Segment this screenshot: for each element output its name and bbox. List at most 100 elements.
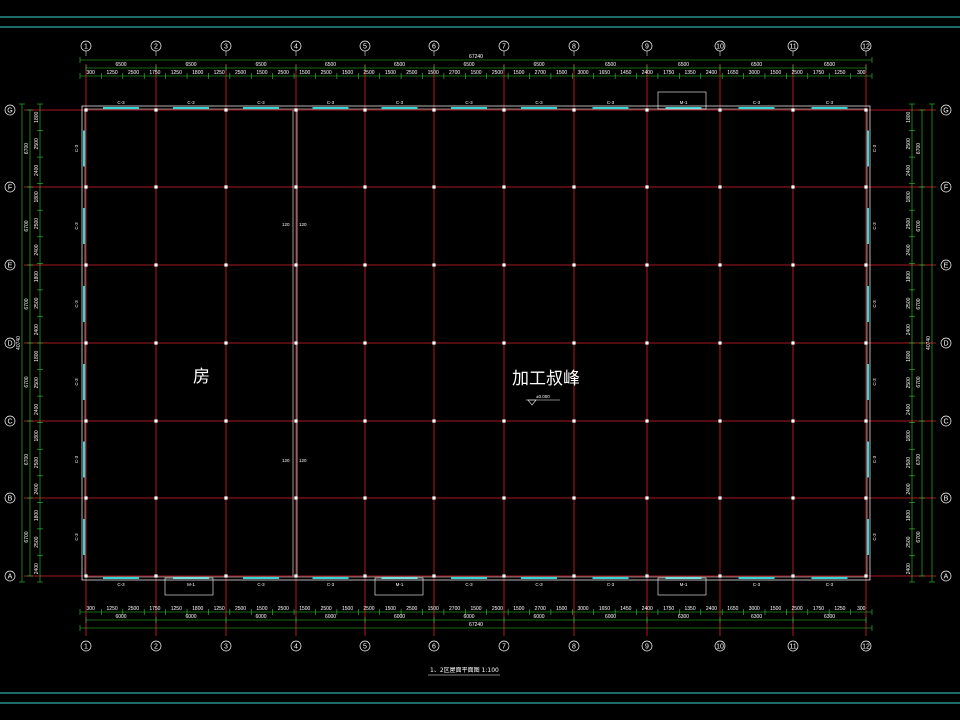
opening-left-1-label: C-3 xyxy=(74,144,79,152)
column-8-5 xyxy=(572,419,576,423)
column-9-5 xyxy=(645,419,649,423)
dim-top-segments-label-8: 1500 xyxy=(256,70,267,76)
dim-left-segments-label-7: 2500 xyxy=(34,297,40,308)
dim-top-segments-label-1: 1250 xyxy=(107,70,118,76)
room-label-main: 加工叔峰 xyxy=(512,369,580,389)
column-3-6 xyxy=(224,496,228,500)
column-12-2 xyxy=(864,185,868,189)
dim-right-segments-label-13: 2500 xyxy=(906,457,912,468)
column-12-3 xyxy=(864,263,868,267)
drawing-caption: 1、2区屋面平面图 1:100 xyxy=(430,667,499,674)
opening-bottom-1-label: C-3 xyxy=(117,582,125,587)
opening-left-4-label: C-3 xyxy=(74,378,79,386)
dim-bottom-segments-label-35: 1250 xyxy=(834,606,845,612)
dim-top-segments-label-33: 2500 xyxy=(792,70,803,76)
opening-bottom-11-label: C-3 xyxy=(826,582,834,587)
dim-bottom-segments-label-11: 2500 xyxy=(321,606,332,612)
dim-bottom-segments-label-19: 2500 xyxy=(492,606,503,612)
opening-top-4-label: C-3 xyxy=(327,100,335,105)
dim-top-segments-label-28: 1350 xyxy=(684,70,695,76)
column-3-1 xyxy=(224,108,228,112)
axis-bubble-bottom-9-label: 9 xyxy=(645,644,649,651)
column-3-5 xyxy=(224,419,228,423)
column-1-1 xyxy=(84,108,88,112)
dim-bottom-spans-label-4: 6000 xyxy=(394,614,405,620)
axis-bubble-right-5-label: C xyxy=(943,419,948,426)
dim-left-segments-label-5: 2400 xyxy=(34,244,40,255)
column-5-3 xyxy=(363,263,367,267)
axis-bubble-right-1-label: G xyxy=(943,108,948,115)
axis-bubble-top-11-label: 11 xyxy=(789,44,796,51)
dim-top-spans-label-7: 6500 xyxy=(605,62,616,68)
opening-bottom-10-label: C-3 xyxy=(753,582,761,587)
column-6-6 xyxy=(432,496,436,500)
room-label-left: 房 xyxy=(193,367,210,387)
dim-top-segments-label-17: 2700 xyxy=(449,70,460,76)
dim-left-segments-label-15: 1800 xyxy=(34,510,40,521)
column-4-7 xyxy=(294,574,298,578)
dim-top-spans-label-6: 6500 xyxy=(533,62,544,68)
partition-note-3: 120 xyxy=(282,458,290,463)
dim-top-overall-label-0: 67240 xyxy=(469,54,483,60)
dim-top-segments-label-13: 2500 xyxy=(363,70,374,76)
column-11-2 xyxy=(791,185,795,189)
opening-right-1-label: C-3 xyxy=(872,144,877,152)
axis-bubble-top-7-label: 7 xyxy=(502,44,506,51)
column-5-2 xyxy=(363,185,367,189)
dim-left-segments-label-10: 2500 xyxy=(34,377,40,388)
column-4-3 xyxy=(294,263,298,267)
window-door-openings: C-3 C-3 C-3 C-3 C-3 C-3 C-3 C-3 M-1 C-3 C-3 C-3 M-1 C… xyxy=(74,91,877,596)
column-5-6 xyxy=(363,496,367,500)
column-8-1 xyxy=(572,108,576,112)
dim-left-segments-label-1: 2500 xyxy=(34,138,40,149)
axis-bubble-bottom-11-label: 11 xyxy=(789,644,796,651)
axis-bubble-bottom-2-label: 2 xyxy=(154,644,158,651)
column-3-2 xyxy=(224,185,228,189)
column-7-2 xyxy=(502,185,506,189)
column-8-7 xyxy=(572,574,576,578)
dim-right-segments-label-8: 2400 xyxy=(906,324,912,335)
column-4-6 xyxy=(294,496,298,500)
column-8-4 xyxy=(572,341,576,345)
dim-top-segments-label-10: 1500 xyxy=(299,70,310,76)
dim-bottom-spans-label-6: 6000 xyxy=(533,614,544,620)
dim-bottom-spans-label-0: 6000 xyxy=(115,614,126,620)
dim-right-segments-label-4: 2500 xyxy=(906,218,912,229)
partition-note-4: 120 xyxy=(299,458,307,463)
opening-bottom-8-label: C-3 xyxy=(607,582,615,587)
column-4-1 xyxy=(294,108,298,112)
column-1-3 xyxy=(84,263,88,267)
opening-top-8-label: C-3 xyxy=(607,100,615,105)
dim-right-spans-label-4: 6700 xyxy=(916,454,922,465)
column-2-6 xyxy=(154,496,158,500)
dim-top-segments-label-11: 2500 xyxy=(321,70,332,76)
column-11-7 xyxy=(791,574,795,578)
column-4-2 xyxy=(294,185,298,189)
dim-top-segments-label-19: 2500 xyxy=(492,70,503,76)
opening-top-11-label: C-3 xyxy=(826,100,834,105)
column-2-4 xyxy=(154,341,158,345)
column-3-7 xyxy=(224,574,228,578)
column-5-5 xyxy=(363,419,367,423)
dim-right-segments-label-5: 2400 xyxy=(906,244,912,255)
axis-bubble-bottom-5-label: 5 xyxy=(363,644,367,651)
dim-bottom-segments-label-25: 1450 xyxy=(620,606,631,612)
dim-left-segments-label-12: 1800 xyxy=(34,430,40,441)
dim-bottom-segments-label-7: 2500 xyxy=(235,606,246,612)
dim-bottom-segments-label-9: 2500 xyxy=(278,606,289,612)
dim-top-spans-label-2: 6500 xyxy=(255,62,266,68)
axis-bubble-bottom-12-label: 12 xyxy=(862,644,870,651)
column-10-6 xyxy=(718,496,722,500)
column-11-3 xyxy=(791,263,795,267)
opening-left-2-label: C-3 xyxy=(74,222,79,230)
axis-bubble-bottom-10-label: 10 xyxy=(716,644,724,651)
dim-bottom-segments-label-28: 1350 xyxy=(684,606,695,612)
column-10-3 xyxy=(718,263,722,267)
dim-right-spans-label-0: 6700 xyxy=(916,143,922,154)
opening-right-2-label: C-3 xyxy=(872,222,877,230)
dim-bottom-segments-label-33: 2500 xyxy=(792,606,803,612)
opening-top-6-label: C-3 xyxy=(465,100,473,105)
axis-bubble-top-5-label: 5 xyxy=(363,44,367,51)
dim-bottom-segments-label-36: 300 xyxy=(857,606,866,612)
axis-bubble-top-10-label: 10 xyxy=(716,44,724,51)
